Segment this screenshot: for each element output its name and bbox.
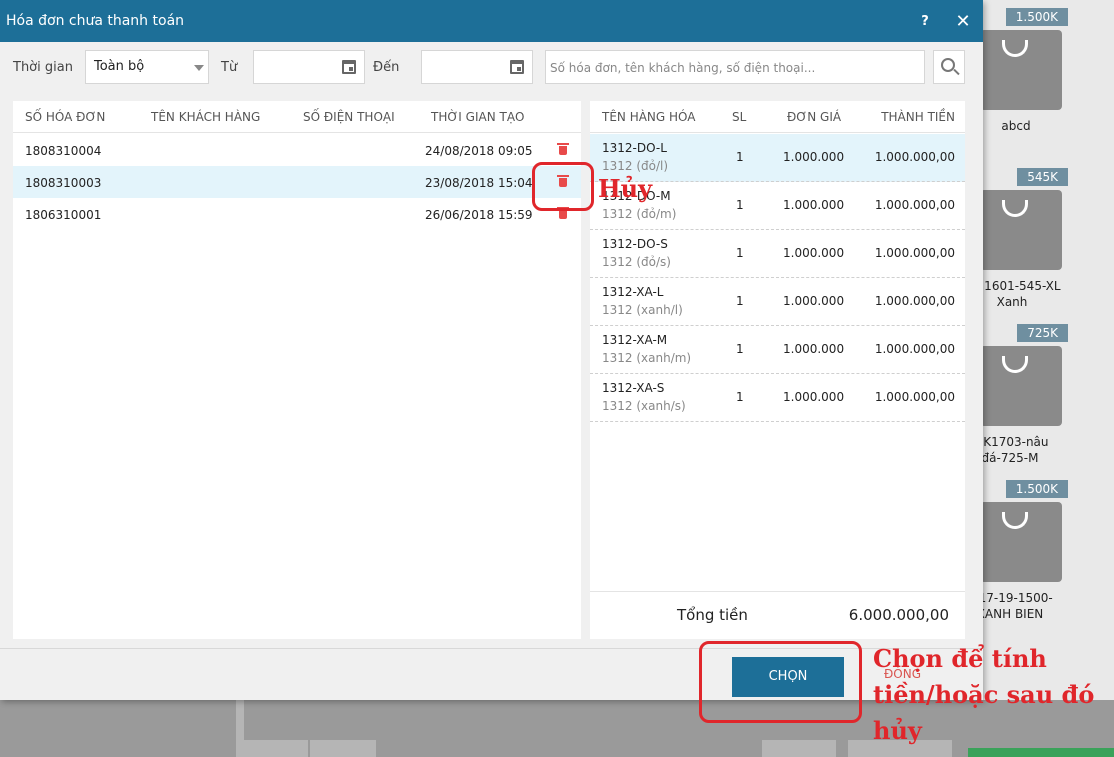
invoice-number: 1806310001 <box>25 208 102 222</box>
cancel-annotation: Hủy <box>598 174 653 203</box>
choose-annotation-line3: hủy <box>873 716 922 745</box>
product-card[interactable]: 545K AHJ1601-545-XL Xanh <box>963 160 1068 310</box>
col-phone: SỐ ĐIỆN THOẠI <box>303 110 395 124</box>
amount: 1.000.000,00 <box>874 342 955 356</box>
dialog-header: Hóa đơn chưa thanh toán ? ✕ <box>0 0 983 42</box>
col-quantity: SL <box>732 110 747 124</box>
unit-price: 1.000.000 <box>783 150 845 164</box>
search-input[interactable]: Số hóa đơn, tên khách hàng, số điện thoạ… <box>545 50 925 84</box>
unpaid-invoices-dialog: Hóa đơn chưa thanh toán ? ✕ Thời gian To… <box>0 0 983 700</box>
items-header: TÊN HÀNG HÓA SL ĐƠN GIÁ THÀNH TIỀN <box>590 101 965 133</box>
list-item[interactable]: 1312-XA-L 1312 (xanh/l) 1 1.000.000 1.00… <box>590 278 965 326</box>
amount: 1.000.000,00 <box>874 198 955 212</box>
quantity: 1 <box>736 342 744 356</box>
time-select-value: Toàn bộ <box>94 59 145 74</box>
choose-annotation-line1: Chọn để tính <box>873 644 1047 673</box>
from-date-input[interactable] <box>253 50 365 84</box>
col-unit-price: ĐƠN GIÁ <box>787 110 842 124</box>
help-button[interactable]: ? <box>907 14 943 29</box>
shopping-bag-icon <box>980 346 1062 426</box>
product-price: 545K <box>1017 168 1068 186</box>
product-price: 725K <box>1017 324 1068 342</box>
table-row[interactable]: 1808310004 24/08/2018 09:05 <box>13 134 581 166</box>
product-variant: 1312 (đỏ/l) <box>602 159 669 173</box>
product-variant: 1312 (xanh/s) <box>602 399 686 413</box>
trash-icon[interactable] <box>557 143 569 155</box>
choose-annotation-line2: tiền/hoặc sau đó <box>873 680 1095 709</box>
to-date-input[interactable] <box>421 50 533 84</box>
unit-price: 1.000.000 <box>783 342 845 356</box>
quantity: 1 <box>736 294 744 308</box>
created-time: 24/08/2018 09:05 <box>425 144 533 158</box>
product-variant: 1312 (đỏ/s) <box>602 255 671 269</box>
receipt-edge <box>590 633 965 641</box>
filter-bar: Thời gian Toàn bộ Từ Đến Số hóa đơn, tên… <box>0 50 983 86</box>
product-price: 1.500K <box>1005 8 1068 26</box>
created-time: 23/08/2018 15:04 <box>425 176 533 190</box>
invoice-list: SỐ HÓA ĐƠN TÊN KHÁCH HÀNG SỐ ĐIỆN THOẠI … <box>13 101 581 639</box>
product-code: 1312-DO-L <box>602 141 667 155</box>
unit-price: 1.000.000 <box>783 198 845 212</box>
col-amount: THÀNH TIỀN <box>881 110 955 124</box>
dialog-title: Hóa đơn chưa thanh toán <box>6 13 185 29</box>
product-code: 1312-DO-S <box>602 237 668 251</box>
list-item[interactable]: 1312-DO-S 1312 (đỏ/s) 1 1.000.000 1.000.… <box>590 230 965 278</box>
unit-price: 1.000.000 <box>783 390 845 404</box>
product-code: 1312-XA-M <box>602 333 668 347</box>
list-item[interactable]: 1312-XA-M 1312 (xanh/m) 1 1.000.000 1.00… <box>590 326 965 374</box>
total-label: Tổng tiền <box>677 606 748 624</box>
product-variant: 1312 (xanh/m) <box>602 351 692 365</box>
invoice-list-header: SỐ HÓA ĐƠN TÊN KHÁCH HÀNG SỐ ĐIỆN THOẠI … <box>13 101 581 133</box>
to-label: Đến <box>373 60 400 75</box>
search-button[interactable] <box>933 50 965 84</box>
table-row[interactable]: 1806310001 26/06/2018 15:59 <box>13 198 581 230</box>
col-customer-name: TÊN KHÁCH HÀNG <box>151 110 261 124</box>
created-time: 26/06/2018 15:59 <box>425 208 533 222</box>
choose-annotation-box <box>699 641 862 723</box>
unit-price: 1.000.000 <box>783 294 845 308</box>
shopping-bag-icon <box>980 502 1062 582</box>
product-code: 1312-XA-L <box>602 285 664 299</box>
quantity: 1 <box>736 150 744 164</box>
unit-price: 1.000.000 <box>783 246 845 260</box>
calendar-icon[interactable] <box>510 60 524 74</box>
from-label: Từ <box>221 60 238 75</box>
product-variant: 1312 (xanh/l) <box>602 303 683 317</box>
quantity: 1 <box>736 198 744 212</box>
quantity: 1 <box>736 246 744 260</box>
product-code: 1312-XA-S <box>602 381 665 395</box>
calendar-icon[interactable] <box>342 60 356 74</box>
invoice-number: 1808310004 <box>25 144 102 158</box>
product-variant: 1312 (đỏ/m) <box>602 207 677 221</box>
amount: 1.000.000,00 <box>874 294 955 308</box>
time-select[interactable]: Toàn bộ <box>85 50 209 84</box>
list-item[interactable]: 1312-XA-S 1312 (xanh/s) 1 1.000.000 1.00… <box>590 374 965 422</box>
invoice-number: 1808310003 <box>25 176 102 190</box>
quantity: 1 <box>736 390 744 404</box>
chevron-down-icon <box>194 65 204 71</box>
invoice-total: Tổng tiền 6.000.000,00 <box>590 591 965 635</box>
product-card[interactable]: 725K AJK1703-nâu đá-725-M <box>968 316 1068 466</box>
shopping-bag-icon <box>980 190 1062 270</box>
amount: 1.000.000,00 <box>874 150 955 164</box>
cancel-annotation-box <box>532 162 594 211</box>
col-product-name: TÊN HÀNG HÓA <box>602 110 696 124</box>
background-green-bar <box>968 748 1114 757</box>
amount: 1.000.000,00 <box>874 390 955 404</box>
time-label: Thời gian <box>13 60 73 75</box>
table-row[interactable]: 1808310003 23/08/2018 15:04 <box>13 166 581 198</box>
product-card[interactable]: 1.500K JK17-19-1500-XANH BIEN <box>967 472 1068 622</box>
col-created-time: THỜI GIAN TẠO <box>431 110 525 124</box>
amount: 1.000.000,00 <box>874 246 955 260</box>
product-price: 1.500K <box>1005 480 1068 498</box>
total-value: 6.000.000,00 <box>848 606 949 624</box>
product-card[interactable]: 1.500K abcd <box>968 0 1068 150</box>
shopping-bag-icon <box>980 30 1062 110</box>
col-invoice-number: SỐ HÓA ĐƠN <box>25 110 106 124</box>
close-icon[interactable]: ✕ <box>943 11 983 32</box>
